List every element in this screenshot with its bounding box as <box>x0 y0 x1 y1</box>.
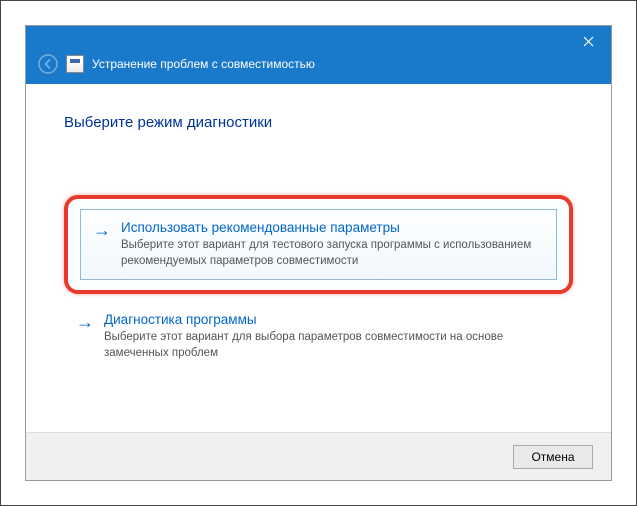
option-title: Использовать рекомендованные параметры <box>121 220 544 235</box>
back-button[interactable] <box>36 52 60 76</box>
close-icon <box>583 36 594 47</box>
cancel-button[interactable]: Отмена <box>513 445 593 469</box>
option-title: Диагностика программы <box>104 312 561 327</box>
option-diagnose[interactable]: → Диагностика программы Выберите этот ва… <box>64 302 573 371</box>
page-title: Выберите режим диагностики <box>64 114 573 131</box>
window-frame: Устранение проблем с совместимостью Выбе… <box>0 0 637 506</box>
dialog-footer: Отмена <box>26 432 611 480</box>
option-recommended[interactable]: → Использовать рекомендованные параметры… <box>64 195 573 294</box>
back-arrow-icon <box>38 54 58 74</box>
option-description: Выберите этот вариант для тестового запу… <box>121 238 544 269</box>
option-text: Диагностика программы Выберите этот вари… <box>104 312 561 361</box>
option-text: Использовать рекомендованные параметры В… <box>121 220 544 269</box>
dialog-header: Устранение проблем с совместимостью <box>26 26 611 84</box>
content-area: Выберите режим диагностики → Использоват… <box>26 84 611 432</box>
dialog: Устранение проблем с совместимостью Выбе… <box>25 25 612 481</box>
header-title: Устранение проблем с совместимостью <box>92 57 315 71</box>
close-button[interactable] <box>566 26 611 56</box>
arrow-right-icon: → <box>93 220 111 242</box>
arrow-right-icon: → <box>76 312 94 334</box>
option-description: Выберите этот вариант для выбора парамет… <box>104 330 561 361</box>
wizard-icon <box>66 55 84 73</box>
